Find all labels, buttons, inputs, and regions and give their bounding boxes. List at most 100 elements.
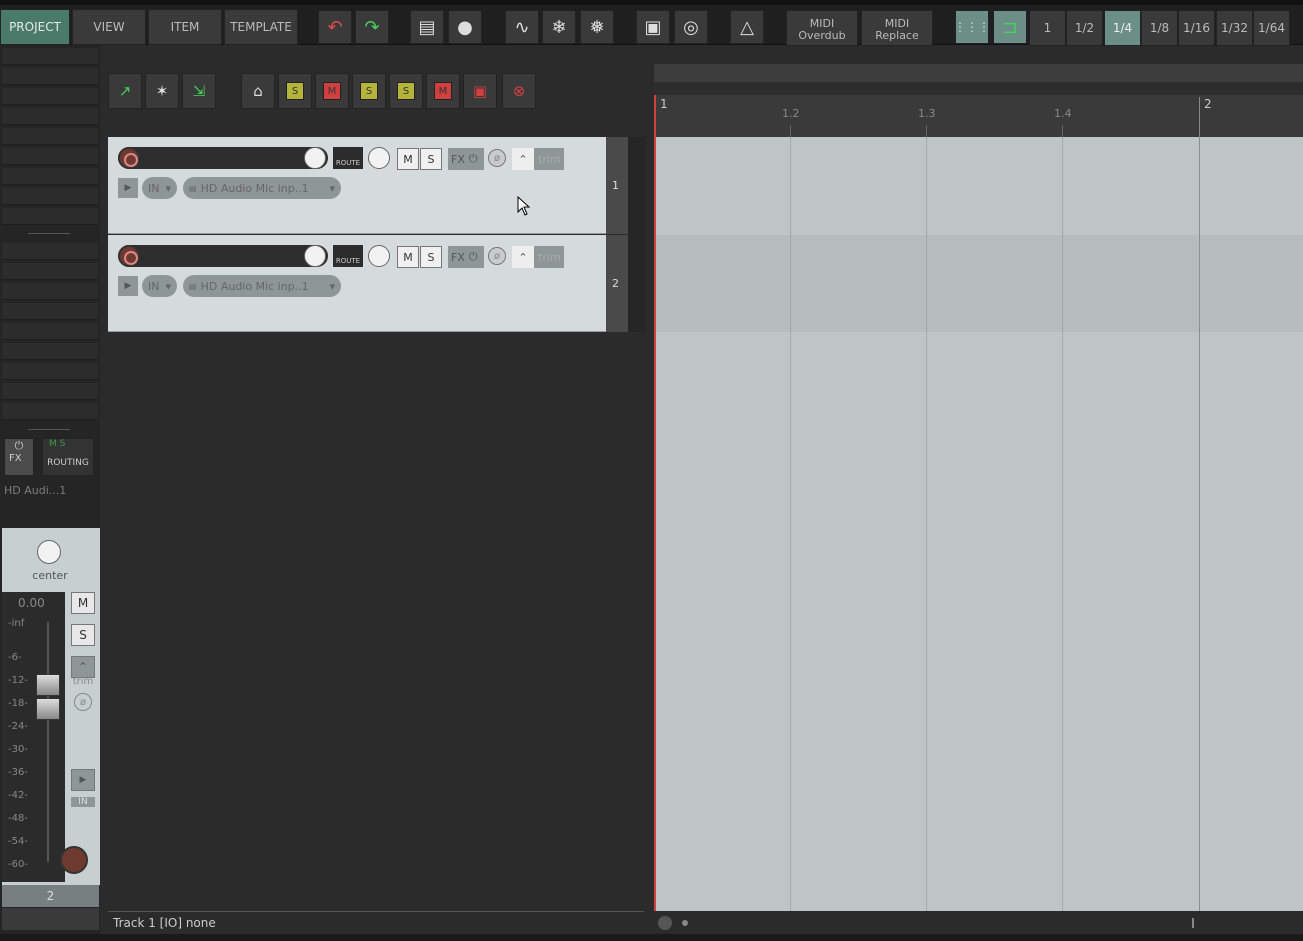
input-toggle[interactable]: IN ▾ bbox=[142, 275, 178, 297]
volume-knob[interactable] bbox=[304, 147, 326, 169]
tab-item[interactable]: ITEM bbox=[148, 9, 222, 45]
tab-project[interactable]: PROJECT bbox=[0, 9, 70, 45]
unarm-all-icon[interactable]: ⊗ bbox=[502, 73, 536, 109]
grid-1-4[interactable]: 1/4 bbox=[1104, 10, 1141, 46]
grid-1-8[interactable]: 1/8 bbox=[1141, 10, 1178, 46]
dock-row[interactable] bbox=[2, 128, 98, 145]
dock-row[interactable] bbox=[2, 188, 98, 205]
comment-icon[interactable]: ● bbox=[448, 10, 482, 44]
pan-knob[interactable] bbox=[368, 245, 390, 267]
track-name-field[interactable] bbox=[118, 147, 328, 169]
dock-row[interactable] bbox=[2, 168, 98, 185]
fx-button[interactable]: FX ⏻ bbox=[448, 246, 484, 268]
dock-row[interactable] bbox=[2, 108, 98, 125]
track-panel-2[interactable]: ROUTE M S FX ⏻ ø ⌃ trim ▶ IN ▾ ▤ HD Audio Mi… bbox=[108, 235, 606, 332]
dock-row[interactable] bbox=[2, 68, 98, 85]
tab-view[interactable]: VIEW bbox=[72, 9, 146, 45]
tab-template[interactable]: TEMPLATE bbox=[224, 9, 298, 45]
route-button[interactable]: ROUTE bbox=[333, 147, 363, 169]
notes-icon[interactable]: ▤ bbox=[410, 10, 444, 44]
pan-knob[interactable] bbox=[37, 540, 61, 564]
dock-row[interactable] bbox=[2, 243, 98, 260]
phase-invert-icon[interactable]: ø bbox=[488, 149, 506, 167]
track-name-field[interactable] bbox=[118, 245, 328, 267]
region-lane[interactable] bbox=[654, 82, 1303, 95]
track-lane-2[interactable] bbox=[656, 235, 1303, 332]
mixer-in-label[interactable]: IN bbox=[71, 797, 95, 807]
mute-all-icon[interactable]: M bbox=[315, 73, 349, 109]
scroll-thumb[interactable] bbox=[682, 920, 688, 926]
input-toggle[interactable]: IN ▾ bbox=[142, 177, 178, 199]
redo-icon[interactable]: ↷ bbox=[355, 10, 389, 44]
tcp-scrollbar[interactable] bbox=[628, 137, 646, 332]
midi-overdub-button[interactable]: MIDI Overdub bbox=[786, 10, 858, 46]
undo-icon[interactable]: ↶ bbox=[318, 10, 352, 44]
mixer-fx-button[interactable]: ⏻ FX bbox=[4, 438, 34, 476]
pan-knob[interactable] bbox=[368, 147, 390, 169]
clear-icon[interactable]: ▣ bbox=[463, 73, 497, 109]
volume-knob[interactable] bbox=[304, 245, 326, 267]
grid-1-2[interactable]: 1/2 bbox=[1066, 10, 1103, 46]
phase-invert-icon[interactable]: ø bbox=[74, 693, 92, 711]
dock-row[interactable] bbox=[2, 403, 98, 420]
dock-row[interactable] bbox=[2, 363, 98, 380]
solo-button[interactable]: S bbox=[420, 148, 442, 170]
arrange-top-scrollbar[interactable] bbox=[654, 64, 1303, 82]
home-icon[interactable]: ⌂ bbox=[241, 73, 275, 109]
mute-button[interactable]: M bbox=[397, 246, 419, 268]
arrange-view[interactable] bbox=[654, 64, 1303, 911]
unfreeze-icon[interactable]: ❅ bbox=[580, 10, 614, 44]
mixer-routing-button[interactable]: M S ROUTING bbox=[42, 438, 94, 476]
mute-button[interactable]: M bbox=[397, 148, 419, 170]
envelope-icon[interactable]: ⌃ bbox=[71, 656, 95, 678]
dock-row[interactable] bbox=[2, 263, 98, 280]
input-selector[interactable]: ▤ HD Audio Mic inp..1 ▾ bbox=[183, 275, 342, 297]
mixer-record-arm-icon[interactable] bbox=[60, 846, 88, 874]
dock-row[interactable] bbox=[2, 48, 98, 65]
fader-handle[interactable] bbox=[36, 674, 60, 696]
track-number-column[interactable]: 2 bbox=[606, 235, 628, 332]
import-icon[interactable]: ⇲ bbox=[182, 73, 216, 109]
dock-row[interactable] bbox=[2, 303, 98, 320]
dock-row[interactable] bbox=[2, 323, 98, 340]
dock-row[interactable] bbox=[2, 343, 98, 360]
monitor-play-icon[interactable]: ▶ bbox=[118, 276, 138, 296]
grid-1[interactable]: 1 bbox=[1029, 10, 1066, 46]
scroll-left-icon[interactable] bbox=[658, 916, 672, 930]
track-panel-1[interactable]: ROUTE M S FX ⏻ ø ⌃ trim ▶ IN ▾ ▤ HD Audio Mi… bbox=[108, 137, 606, 234]
mixer-input-label[interactable]: HD Audi...1 bbox=[4, 484, 94, 500]
envelope-button[interactable]: ⌃ trim bbox=[512, 148, 564, 170]
lock-icon[interactable]: ▣ bbox=[636, 10, 670, 44]
dock-row[interactable] bbox=[2, 88, 98, 105]
envelope-button[interactable]: ⌃ trim bbox=[512, 246, 564, 268]
dock-row[interactable] bbox=[2, 283, 98, 300]
solo-button[interactable]: S bbox=[420, 246, 442, 268]
grid-icon[interactable]: ⋮⋮⋮ bbox=[954, 10, 990, 44]
record-arm-icon[interactable] bbox=[118, 245, 140, 267]
explode-icon[interactable]: ✶ bbox=[145, 73, 179, 109]
solo-defeat-icon[interactable]: S bbox=[352, 73, 386, 109]
unmute-all-icon[interactable]: M bbox=[426, 73, 460, 109]
fx-button[interactable]: FX ⏻ bbox=[448, 148, 484, 170]
mixer-mute-button[interactable]: M bbox=[71, 592, 95, 614]
grid-1-16[interactable]: 1/16 bbox=[1178, 10, 1215, 46]
lock-settings-icon[interactable]: ◎ bbox=[674, 10, 708, 44]
dock-row[interactable] bbox=[2, 148, 98, 165]
route-button[interactable]: ROUTE bbox=[333, 245, 363, 267]
mixer-solo-button[interactable]: S bbox=[71, 624, 95, 646]
timeline-ruler[interactable]: 1 1.2 1.3 1.4 2 bbox=[654, 95, 1303, 137]
insert-track-icon[interactable]: ↗ bbox=[108, 73, 142, 109]
horizontal-scrollbar[interactable] bbox=[654, 912, 1303, 934]
grid-1-32[interactable]: 1/32 bbox=[1216, 10, 1253, 46]
unsolo-all-icon[interactable]: S bbox=[389, 73, 423, 109]
phase-invert-icon[interactable]: ø bbox=[488, 247, 506, 265]
dock-row[interactable] bbox=[2, 208, 98, 225]
track-number-column[interactable]: 1 bbox=[606, 137, 628, 234]
input-selector[interactable]: ▤ HD Audio Mic inp..1 ▾ bbox=[183, 177, 342, 199]
volume-fader-area[interactable]: 0.00 -inf -6- -12- -18- -24- -30- -36- -… bbox=[2, 592, 65, 882]
freeze-icon[interactable]: ❄ bbox=[542, 10, 576, 44]
dock-row[interactable] bbox=[2, 383, 98, 400]
metronome-icon[interactable]: △ bbox=[730, 10, 764, 44]
waveform-icon[interactable]: ∿ bbox=[505, 10, 539, 44]
solo-all-icon[interactable]: S bbox=[278, 73, 312, 109]
